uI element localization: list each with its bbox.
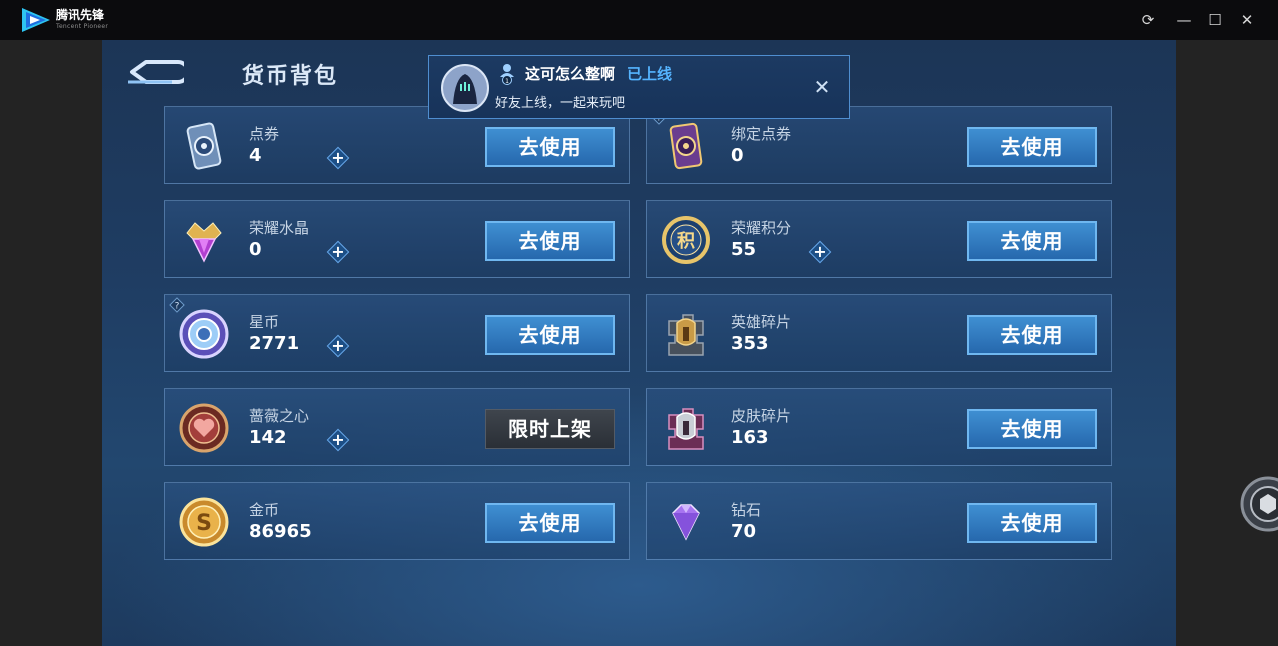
currency-amount: 4	[249, 145, 262, 166]
add-glory-crystal-button[interactable]: +	[326, 240, 350, 264]
star-coin-icon	[179, 309, 229, 359]
currency-amount: 2771	[249, 333, 300, 354]
refresh-icon[interactable]: ⟳	[1138, 10, 1158, 30]
app-brand: 腾讯先锋	[56, 8, 105, 22]
rose-heart-icon	[179, 403, 229, 453]
add-coupon-button[interactable]: +	[326, 146, 350, 170]
close-icon[interactable]: ✕	[811, 76, 833, 98]
currency-name: 英雄碎片	[731, 313, 792, 331]
glory-points-icon: 积	[662, 216, 710, 264]
right-letterbox	[1176, 40, 1278, 646]
use-button[interactable]: 去使用	[967, 409, 1097, 449]
coupon-icon	[186, 122, 222, 170]
glory-crystal-icon	[186, 222, 222, 263]
currency-name: 荣耀积分	[731, 219, 792, 237]
currency-name: 星币	[249, 313, 280, 331]
currency-card-star-coin: ? 星币 2771 + 去使用	[164, 294, 630, 372]
currency-name: 皮肤碎片	[731, 407, 792, 425]
currency-amount: 55	[731, 239, 757, 260]
use-button[interactable]: 去使用	[485, 127, 615, 167]
use-button[interactable]: 去使用	[485, 503, 615, 543]
currency-card-diamond: 钻石 70 去使用	[646, 482, 1112, 560]
tencent-pioneer-logo	[22, 8, 50, 32]
use-button[interactable]: 去使用	[485, 315, 615, 355]
friend-name: 这可怎么整啊	[525, 65, 616, 83]
user-icon: 1	[500, 64, 514, 85]
diamond-icon	[672, 504, 700, 541]
skin-shard-icon	[668, 408, 704, 450]
currency-amount: 163	[731, 427, 769, 448]
user-count: 1	[505, 78, 509, 85]
friend-online-notification[interactable]: 1 这可怎么整啊 已上线 好友上线，一起来玩吧 ✕	[428, 55, 850, 119]
maximize-button[interactable]: ☐	[1205, 10, 1225, 30]
online-status: 已上线	[627, 65, 673, 83]
minimize-button[interactable]: —	[1174, 10, 1194, 30]
currency-card-gold-coin: S 金币 86965 去使用	[164, 482, 630, 560]
currency-name: 钻石	[731, 501, 762, 519]
currency-card-glory-points: 积 荣耀积分 55 + 去使用	[646, 200, 1112, 278]
use-button[interactable]: 去使用	[967, 127, 1097, 167]
currency-amount: 0	[249, 239, 262, 260]
currency-amount: 0	[731, 145, 744, 166]
page-title: 货币背包	[242, 64, 339, 89]
currency-amount: 142	[249, 427, 287, 448]
floating-menu-handle[interactable]	[1240, 476, 1278, 532]
back-arrow-icon[interactable]	[126, 58, 184, 88]
bound-coupon-icon	[669, 122, 703, 170]
currency-name: 金币	[249, 501, 280, 519]
currency-amount: 70	[731, 521, 757, 542]
currency-name: 点券	[249, 125, 280, 143]
left-letterbox	[0, 40, 102, 646]
currency-name: 绑定点券	[731, 125, 792, 143]
add-star-coin-button[interactable]: +	[326, 334, 350, 358]
app-titlebar: 腾讯先锋 Tencent Pioneer ⟳ — ☐ ✕	[0, 0, 1278, 40]
use-button[interactable]: 去使用	[967, 315, 1097, 355]
glory-points-icon-text: 积	[677, 231, 695, 252]
gold-coin-icon-text: S	[196, 511, 212, 536]
use-button[interactable]: 去使用	[485, 221, 615, 261]
use-button[interactable]: 去使用	[967, 221, 1097, 261]
currency-card-skin-shard: 皮肤碎片 163 去使用	[646, 388, 1112, 466]
currency-card-hero-shard: 英雄碎片 353 去使用	[646, 294, 1112, 372]
app-brand-sub: Tencent Pioneer	[56, 23, 109, 30]
close-button[interactable]: ✕	[1237, 10, 1257, 30]
add-rose-heart-button[interactable]: +	[326, 428, 350, 452]
limited-time-label: 限时上架	[485, 409, 615, 449]
avatar	[441, 64, 489, 112]
currency-card-rose-heart: 蔷薇之心 142 + 限时上架	[164, 388, 630, 466]
game-screen: 货币背包 点券 4 + 去使用 ? 绑定点券 0 去使用	[102, 40, 1176, 646]
gold-coin-icon: S	[179, 497, 229, 547]
currency-name: 荣耀水晶	[249, 219, 310, 237]
currency-amount: 86965	[249, 521, 312, 542]
currency-amount: 353	[731, 333, 769, 354]
hero-shard-icon	[668, 314, 704, 356]
currency-name: 蔷薇之心	[249, 407, 310, 425]
notification-message: 好友上线，一起来玩吧	[495, 96, 626, 111]
use-button[interactable]: 去使用	[967, 503, 1097, 543]
currency-card-glory-crystal: 荣耀水晶 0 + 去使用	[164, 200, 630, 278]
add-glory-points-button[interactable]: +	[808, 240, 832, 264]
